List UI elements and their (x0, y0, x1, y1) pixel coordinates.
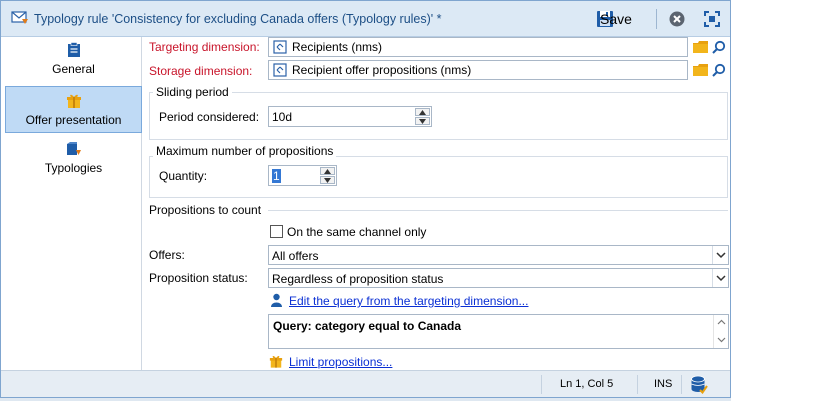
proposition-status-label: Proposition status: (149, 271, 248, 285)
chevron-down-icon (716, 275, 726, 282)
sidebar-item-offer-presentation[interactable]: Offer presentation (5, 86, 142, 133)
quantity-value: 1 (272, 169, 281, 183)
sidebar-item-label: Offer presentation (25, 113, 122, 127)
query-scrollbar[interactable] (713, 315, 728, 348)
magnifier-icon[interactable] (712, 40, 726, 54)
status-separator (541, 375, 542, 394)
quantity-stepper[interactable]: 1 (268, 165, 337, 186)
sliding-period-title: Sliding period (153, 85, 232, 99)
query-text: Query: category equal to Canada (273, 319, 462, 333)
max-propositions-title: Maximum number of propositions (153, 144, 337, 158)
same-channel-label: On the same channel only (287, 225, 427, 239)
toolbar-separator (656, 9, 657, 29)
window-title: Typology rule 'Consistency for excluding… (34, 12, 442, 26)
targeting-dimension-label: Targeting dimension: (149, 40, 260, 54)
storage-dimension-value: Recipient offer propositions (nms) (292, 63, 472, 77)
dropdown-button[interactable] (712, 269, 728, 287)
propositions-to-count-title: Propositions to count (149, 203, 262, 217)
cursor-position: Ln 1, Col 5 (560, 378, 614, 390)
cancel-icon[interactable] (668, 10, 686, 28)
maximize-icon[interactable] (703, 10, 721, 28)
limit-propositions-link[interactable]: Limit propositions... (289, 355, 392, 369)
chevron-up-icon[interactable] (717, 319, 726, 325)
chevron-up-icon (324, 169, 331, 174)
targeting-dimension-value: Recipients (nms) (292, 40, 383, 54)
schema-link-icon (273, 40, 287, 54)
sidebar-item-label: General (52, 62, 95, 76)
sidebar: General Offer presentation Typologies (1, 37, 142, 370)
storage-dimension-field[interactable]: Recipient offer propositions (nms) (268, 60, 688, 80)
spin-down-button[interactable] (320, 176, 335, 184)
status-bar: Ln 1, Col 5 INS (1, 370, 730, 397)
offers-value: All offers (272, 249, 319, 263)
main-panel: Targeting dimension: Recipients (nms) St… (143, 37, 730, 370)
title-bar: Typology rule 'Consistency for excluding… (1, 1, 730, 37)
spin-up-button[interactable] (320, 167, 335, 175)
status-separator (681, 375, 682, 394)
targeting-dimension-field[interactable]: Recipients (nms) (268, 37, 688, 57)
spin-up-button[interactable] (415, 108, 430, 116)
typology-rule-window: Typology rule 'Consistency for excluding… (0, 0, 731, 398)
save-label: Save (600, 11, 632, 27)
proposition-status-value: Regardless of proposition status (272, 272, 444, 286)
chevron-down-icon (716, 252, 726, 259)
clipboard-icon (67, 42, 80, 57)
section-divider (268, 210, 728, 211)
quantity-label: Quantity: (159, 169, 208, 183)
edit-query-link[interactable]: Edit the query from the targeting dimens… (289, 294, 528, 308)
chevron-down-icon[interactable] (717, 337, 726, 343)
sidebar-item-label: Typologies (44, 161, 103, 175)
schema-link-icon (273, 63, 287, 77)
status-separator (637, 375, 638, 394)
sidebar-item-general[interactable]: General (5, 42, 142, 82)
envelope-rule-icon (11, 11, 28, 24)
folder-icon[interactable] (693, 41, 708, 53)
typologies-icon (66, 142, 81, 155)
chevron-down-icon (419, 119, 426, 124)
query-box[interactable]: Query: category equal to Canada (268, 314, 729, 349)
spin-down-button[interactable] (415, 117, 430, 125)
storage-dimension-label: Storage dimension: (149, 64, 253, 78)
offers-select[interactable]: All offers (268, 245, 729, 265)
database-check-icon[interactable] (690, 375, 708, 394)
offers-label: Offers: (149, 248, 185, 262)
proposition-status-select[interactable]: Regardless of proposition status (268, 268, 729, 288)
folder-icon[interactable] (693, 64, 708, 76)
insert-mode: INS (654, 378, 673, 390)
magnifier-icon[interactable] (712, 63, 726, 77)
period-considered-value: 10d (272, 110, 293, 124)
period-considered-stepper[interactable]: 10d (268, 106, 432, 127)
sidebar-item-typologies[interactable]: Typologies (5, 141, 142, 181)
gift-icon (269, 355, 283, 368)
max-propositions-group (149, 156, 728, 198)
gift-icon (66, 94, 81, 108)
chevron-up-icon (419, 110, 426, 115)
person-icon (271, 293, 282, 307)
chevron-down-icon (324, 178, 331, 183)
dropdown-button[interactable] (712, 246, 728, 264)
same-channel-checkbox[interactable] (270, 225, 283, 238)
period-considered-label: Period considered: (159, 110, 260, 124)
save-button[interactable]: Save (596, 9, 632, 29)
